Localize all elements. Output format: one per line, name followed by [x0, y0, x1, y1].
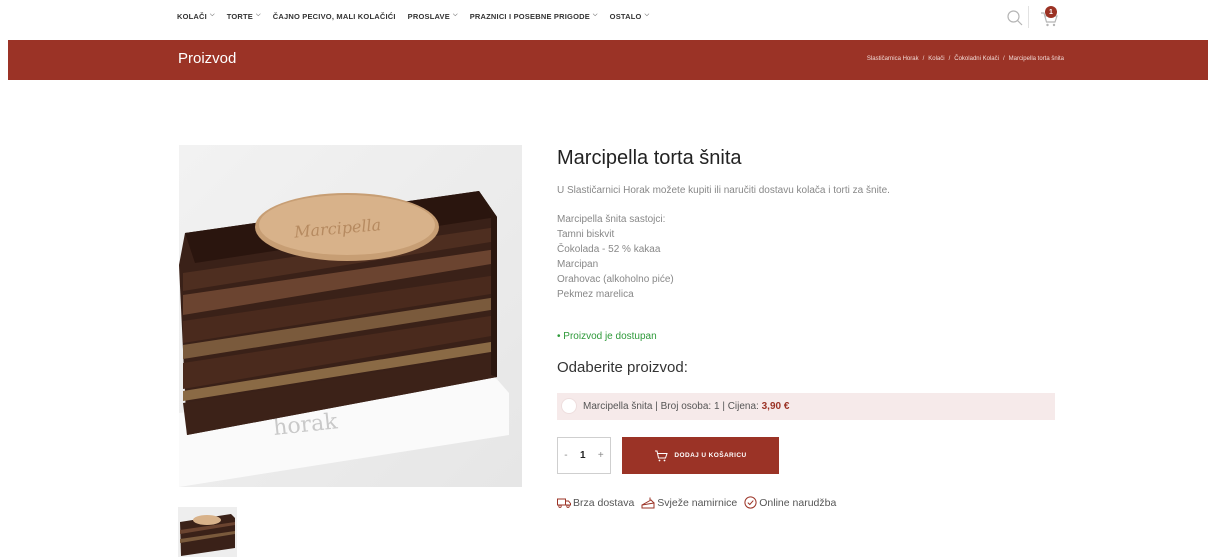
- breadcrumb-current: Marcipella torta šnita: [1008, 56, 1064, 62]
- menu-item-praznici[interactable]: PRAZNICI I POSEBNE PRIGODE ⌵: [470, 12, 598, 21]
- ingredient-item: Tamni biskvit: [557, 229, 615, 240]
- stock-status: • Proizvod je dostupan: [557, 331, 657, 342]
- feature-online-order: Online narudžba: [744, 496, 836, 509]
- feature-fresh-ingredients: Svježe namirnice: [641, 497, 737, 509]
- option-radio[interactable]: [561, 398, 577, 414]
- search-icon[interactable]: [1005, 8, 1025, 28]
- ingredient-item: Pekmez marelica: [557, 289, 634, 300]
- quantity-decrease-button[interactable]: -: [564, 450, 567, 461]
- quantity-stepper: - 1 +: [557, 437, 611, 474]
- ingredients-heading: Marcipella šnita sastojci:: [557, 214, 666, 225]
- cake-image: horak Marcipella: [179, 145, 522, 487]
- option-price: 3,90 €: [761, 401, 790, 412]
- product-intro: U Slastičarnici Horak možete kupiti ili …: [557, 185, 890, 196]
- menu-item-ostalo[interactable]: OSTALO ⌵: [610, 12, 650, 21]
- chevron-down-icon: ⌵: [592, 12, 598, 18]
- chevron-down-icon: ⌵: [452, 12, 458, 18]
- quantity-input[interactable]: 1: [580, 450, 586, 461]
- cart-count-badge: 1: [1045, 6, 1057, 18]
- check-circle-icon: [744, 496, 757, 509]
- option-label: Marcipella šnita | Broj osoba: 1 | Cijen…: [583, 401, 790, 412]
- chevron-down-icon: ⌵: [644, 12, 650, 18]
- product-ingredients: Marcipella šnita sastojci: Tamni biskvit…: [557, 212, 674, 302]
- breadcrumb-separator: /: [922, 56, 925, 62]
- top-navigation: KOLAČI ⌵ TORTE ⌵ ČAJNO PECIVO, MALI KOLAČI…: [0, 0, 1208, 40]
- breadcrumb: Slastičarnica Horak / Kolači / Čokoladni…: [867, 56, 1064, 62]
- breadcrumb-kolaci[interactable]: Kolači: [928, 56, 944, 62]
- main-menu: KOLAČI ⌵ TORTE ⌵ ČAJNO PECIVO, MALI KOLAČI…: [177, 12, 649, 21]
- page-title: Proizvod: [178, 50, 237, 67]
- select-product-heading: Odaberite proizvod:: [557, 359, 688, 376]
- product-title: Marcipella torta šnita: [557, 147, 742, 169]
- menu-item-cajno-pecivo[interactable]: ČAJNO PECIVO, MALI KOLAČIĆI: [273, 12, 396, 21]
- product-features: Brza dostava Svježe namirnice Online nar…: [557, 496, 839, 509]
- chevron-down-icon: ⌵: [209, 12, 215, 18]
- ingredient-item: Orahovac (alkoholno piće): [557, 274, 674, 285]
- menu-item-torte[interactable]: TORTE ⌵: [227, 12, 261, 21]
- truck-icon: [557, 498, 571, 508]
- feature-fast-delivery: Brza dostava: [557, 497, 634, 509]
- product-option[interactable]: Marcipella šnita | Broj osoba: 1 | Cijen…: [557, 393, 1055, 420]
- ingredient-item: Marcipan: [557, 259, 599, 270]
- nav-divider: [1028, 6, 1029, 28]
- breadcrumb-separator: /: [948, 56, 951, 62]
- chevron-down-icon: ⌵: [255, 12, 261, 18]
- add-to-cart-label: DODAJ U KOŠARICU: [674, 452, 747, 459]
- breadcrumb-cokoladni-kolaci[interactable]: Čokoladni Kolači: [954, 56, 999, 62]
- page-banner: Proizvod Slastičarnica Horak / Kolači / …: [8, 40, 1208, 80]
- quantity-increase-button[interactable]: +: [598, 450, 604, 461]
- breadcrumb-home[interactable]: Slastičarnica Horak: [867, 56, 919, 62]
- cake-icon: [641, 497, 655, 508]
- menu-item-proslave[interactable]: PROSLAVE ⌵: [408, 12, 458, 21]
- ingredient-item: Čokolada - 52 % kakaa: [557, 244, 661, 255]
- product-thumbnail[interactable]: [178, 507, 237, 557]
- add-to-cart-button[interactable]: DODAJ U KOŠARICU: [622, 437, 779, 474]
- thumbnail-image: [179, 508, 236, 556]
- menu-item-kolaci[interactable]: KOLAČI ⌵: [177, 12, 215, 21]
- cart-icon: [655, 450, 669, 461]
- product-main-image[interactable]: horak Marcipella: [179, 145, 522, 487]
- breadcrumb-separator: /: [1002, 56, 1005, 62]
